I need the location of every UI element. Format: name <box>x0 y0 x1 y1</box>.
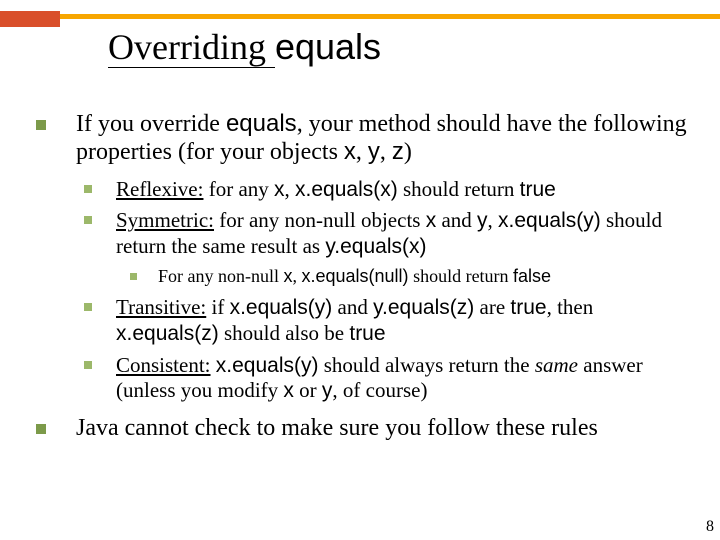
transitive-label: Transitive: <box>116 295 206 319</box>
symmetric-label: Symmetric: <box>116 208 214 232</box>
transitive-call2: y.equals(z) <box>373 296 474 319</box>
bullet-icon <box>36 424 46 434</box>
bullet-icon <box>84 185 92 193</box>
title-corner-accent <box>0 11 60 27</box>
consistent-label: Consistent: <box>116 353 211 377</box>
nullnote-x: x <box>284 266 293 286</box>
intro-y: y <box>368 138 380 165</box>
transitive-call1: x.equals(y) <box>230 296 333 319</box>
bullet-icon <box>84 216 92 224</box>
symmetric-t3: , <box>488 208 499 232</box>
symmetric-t2: and <box>436 208 477 232</box>
consistent-t2: should always return the <box>318 353 534 377</box>
bullet-transitive: Transitive: if x.equals(y) and y.equals(… <box>84 295 692 347</box>
bullet-icon <box>130 273 137 280</box>
bullet-reflexive: Reflexive: for any x, x.equals(x) should… <box>84 177 692 203</box>
reflexive-x: x <box>274 178 285 201</box>
transitive-t1: if <box>206 295 229 319</box>
bullet-intro: If you override equals, your method shou… <box>36 110 692 404</box>
reflexive-label: Reflexive: <box>116 177 203 201</box>
symmetric-y: y <box>477 209 488 232</box>
bullet-nullnote: For any non-null x, x.equals(null) shoul… <box>130 266 692 287</box>
consistent-y: y <box>322 379 333 402</box>
reflexive-true: true <box>520 178 556 201</box>
reflexive-t3: should return <box>398 177 520 201</box>
nullnote-t2: , <box>293 266 302 286</box>
consistent-t4: or <box>294 378 322 402</box>
bullet-icon <box>84 303 92 311</box>
transitive-true1: true <box>510 296 546 319</box>
title-area: Overriding equals <box>0 14 720 19</box>
consistent-x: x <box>283 379 294 402</box>
reflexive-t2: , <box>285 177 296 201</box>
transitive-true2: true <box>349 322 385 345</box>
symmetric-t1: for any non-null objects <box>214 208 426 232</box>
title-prefix: Overriding <box>108 27 275 68</box>
symmetric-call1: x.equals(y) <box>498 209 601 232</box>
intro-z: z <box>392 138 404 165</box>
consistent-same: same <box>535 353 578 377</box>
transitive-t2: and <box>332 295 373 319</box>
nullnote-t3: should return <box>409 266 513 286</box>
closing-text: Java cannot check to make sure you follo… <box>76 415 598 441</box>
page-number: 8 <box>706 518 714 536</box>
bullet-symmetric: Symmetric: for any non-null objects x an… <box>84 208 692 287</box>
intro-text-1: If you override <box>76 111 226 137</box>
reflexive-t1: for any <box>203 177 274 201</box>
symmetric-call2: y.equals(x) <box>325 235 426 258</box>
slide-title: Overriding equals <box>108 26 381 68</box>
transitive-t5: should also be <box>219 321 350 345</box>
transitive-call3: x.equals(z) <box>116 322 219 345</box>
slide: { "title": { "prefix": "Overriding ", "c… <box>0 0 720 540</box>
bullet-icon <box>36 120 46 130</box>
intro-close: ) <box>404 139 412 165</box>
title-bar-accent <box>0 14 720 19</box>
bullet-consistent: Consistent: x.equals(y) should always re… <box>84 353 692 405</box>
intro-x: x <box>344 138 356 165</box>
consistent-call: x.equals(y) <box>216 354 319 377</box>
transitive-t3: are <box>474 295 510 319</box>
nullnote-call: x.equals(null) <box>302 266 409 286</box>
intro-code-equals: equals <box>226 110 297 137</box>
symmetric-x: x <box>426 209 437 232</box>
bullet-closing: Java cannot check to make sure you follo… <box>36 414 692 442</box>
nullnote-t1: For any non-null <box>158 266 284 286</box>
reflexive-call: x.equals(x) <box>295 178 398 201</box>
nullnote-false: false <box>513 266 551 286</box>
bullet-icon <box>84 361 92 369</box>
slide-body: If you override equals, your method shou… <box>36 110 692 453</box>
title-code: equals <box>275 26 381 67</box>
consistent-t5: , of course) <box>332 378 427 402</box>
transitive-t4: , then <box>547 295 594 319</box>
